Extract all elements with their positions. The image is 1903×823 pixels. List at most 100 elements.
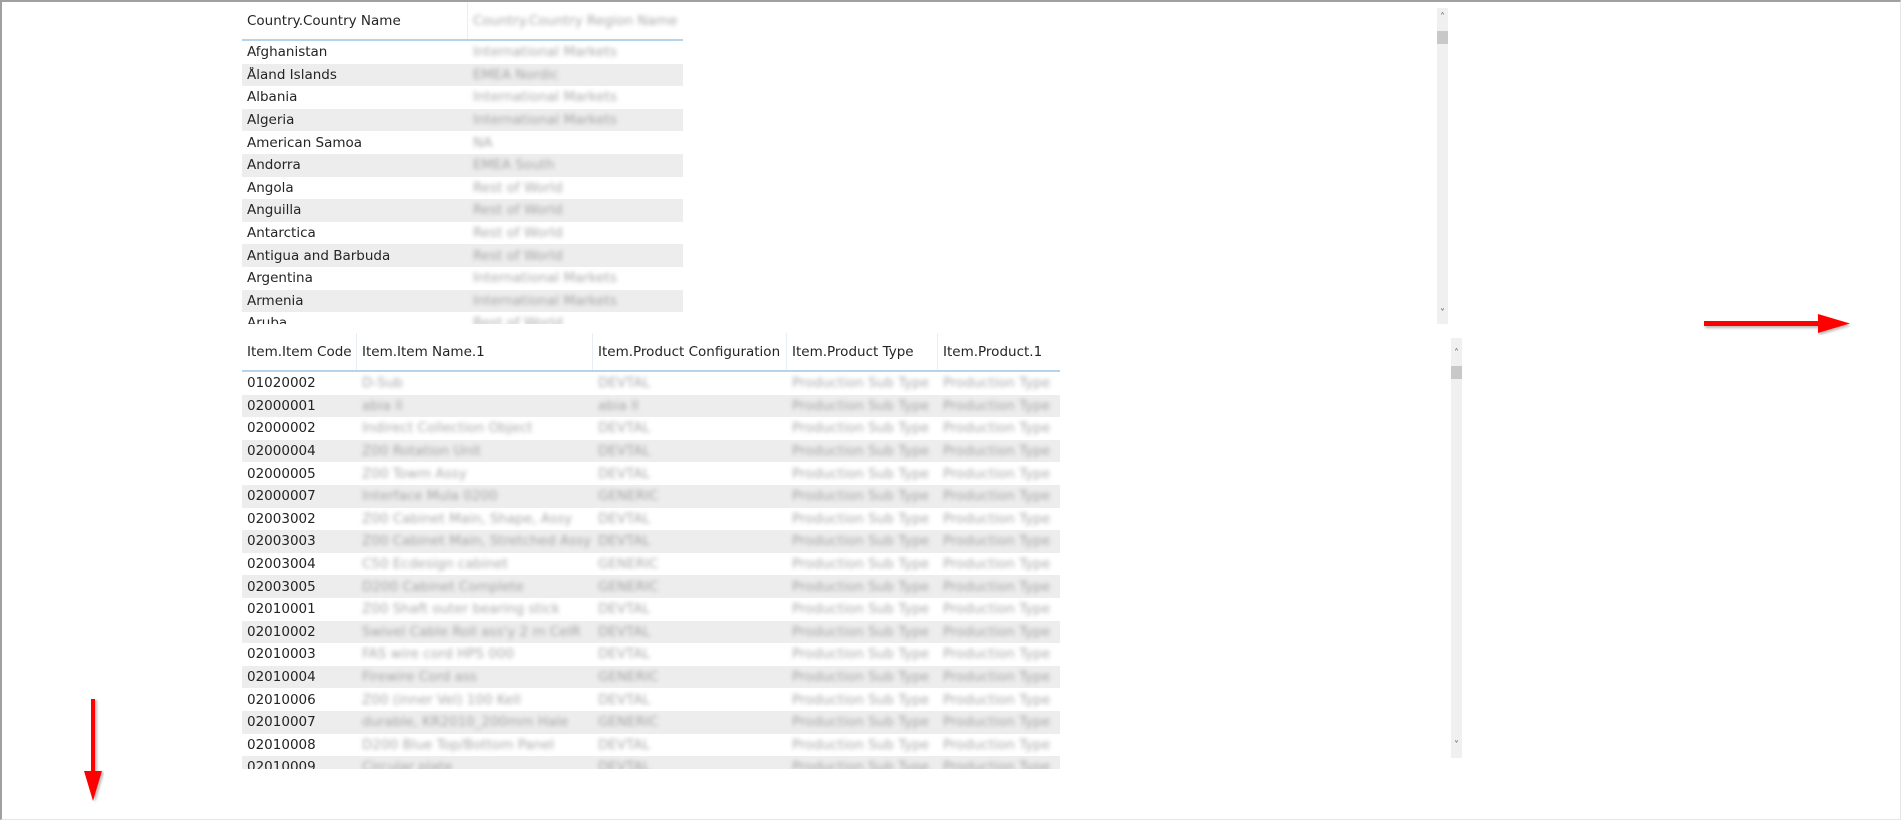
item-table-cell: GENERIC <box>598 488 659 505</box>
column-header-item-name[interactable]: Item.Item Name.1 <box>357 333 593 370</box>
item-table-cell: 02010008 <box>247 736 316 753</box>
item-table-cell: Production Type <box>943 488 1051 505</box>
item-table-row[interactable]: 02003004 C50 Ecdesign cabinet GENERIC Produ… <box>242 553 1060 576</box>
scroll-up-icon[interactable]: ˄ <box>1437 12 1448 24</box>
item-table-cell: Production Sub Type <box>792 375 930 392</box>
item-table-cell: Z00 (inner Vel) 100 Kell <box>362 691 521 708</box>
item-table-cell: Firewire Cord ass <box>362 669 477 686</box>
column-header-product-configuration[interactable]: Item.Product Configuration <box>593 333 787 370</box>
column-header-product[interactable]: Item.Product.1 <box>938 333 1060 370</box>
country-table-cell: Antigua and Barbuda <box>247 247 391 264</box>
item-table-cell: 02003003 <box>247 533 316 550</box>
item-table-row[interactable]: 02010007 durable, KR2010_200mm Hale GENERI… <box>242 710 1060 734</box>
red-arrow-down-icon <box>84 699 102 801</box>
item-table-row[interactable]: 02000002 Indirect Collection Object DEVTAL… <box>242 417 1060 440</box>
item-table-cell: Production Type <box>943 623 1051 640</box>
item-table-row[interactable]: 02010009 Circular plate DEVTAL Production S… <box>242 756 1060 769</box>
country-table-cell: Anguilla <box>247 202 302 219</box>
country-table-row[interactable]: American Samoa NA <box>242 131 683 154</box>
item-table-row[interactable]: 02000004 Z00 Rotation Unit DEVTAL Productio… <box>242 439 1060 463</box>
item-table-cell: DEVTAL <box>598 759 651 769</box>
scrollbar-thumb[interactable] <box>1437 31 1448 44</box>
item-table-row[interactable]: 02000001 abia ll abia ll Production Sub Typ… <box>242 394 1060 418</box>
item-table-row[interactable]: 02000005 Z00 Towm Assy DEVTAL Production Su… <box>242 462 1060 485</box>
country-table-cell: Rest of World <box>473 179 563 196</box>
country-table-header: Country.Country Name Country.Country Reg… <box>242 2 683 41</box>
item-table-cell: 02000001 <box>247 397 316 414</box>
country-table-row[interactable]: Anguilla Rest of World <box>242 199 683 222</box>
country-table-row[interactable]: Algeria International Markets <box>242 108 683 132</box>
country-table-cell: International Markets <box>473 112 617 129</box>
item-table-cell: 01020002 <box>247 375 316 392</box>
scroll-down-icon[interactable]: ˅ <box>1451 740 1462 752</box>
column-header-product-type[interactable]: Item.Product Type <box>787 333 938 370</box>
item-table-cell: Production Sub Type <box>792 556 930 573</box>
item-table-cell: Production Sub Type <box>792 465 930 482</box>
country-table-cell: Aruba <box>247 315 288 324</box>
country-table-row[interactable]: Albania International Markets <box>242 86 683 109</box>
item-table-cell: GENERIC <box>598 556 659 573</box>
scroll-down-icon[interactable]: ˅ <box>1437 308 1448 320</box>
item-table-cell: durable, KR2010_200mm Hale <box>362 714 569 731</box>
item-table-cell: Production Sub Type <box>792 533 930 550</box>
country-table-body: Afghanistan International Markets Åland Is… <box>242 41 683 324</box>
item-table-cell: Circular plate <box>362 759 453 769</box>
item-table-cell: C50 Ecdesign cabinet <box>362 556 509 573</box>
country-table-cell: International Markets <box>473 89 617 106</box>
item-table-cell: Production Sub Type <box>792 443 930 460</box>
country-table-row[interactable]: Armenia International Markets <box>242 289 683 313</box>
item-table-scrollbar[interactable]: ˄ ˅ <box>1451 338 1462 758</box>
item-table-row[interactable]: 02010003 FAS wire cord HPS 000 DEVTAL Produ… <box>242 643 1060 666</box>
country-table-row[interactable]: Angola Rest of World <box>242 177 683 200</box>
country-table-cell: EMEA Nordic <box>473 66 559 83</box>
country-table-row[interactable]: Andorra EMEA South <box>242 153 683 177</box>
country-table-cell: Andorra <box>247 157 301 174</box>
country-table-row[interactable]: Argentina International Markets <box>242 267 683 290</box>
item-table-cell: Indirect Collection Object <box>362 420 533 437</box>
item-table-row[interactable]: 02003005 D200 Cabinet Complete GENERIC Prod… <box>242 575 1060 598</box>
item-table-row[interactable]: 02003002 Z00 Cabinet Main, Shape, Assy DEV… <box>242 508 1060 531</box>
item-table-cell: DEVTAL <box>598 691 651 708</box>
item-table-row[interactable]: 02010002 Swivel Cable Roll ass'y 2 m CelR… <box>242 620 1060 644</box>
country-table-row[interactable]: Åland Islands EMEA Nordic <box>242 63 683 87</box>
item-table-cell: D200 Cabinet Complete <box>362 578 524 595</box>
item-table-cell: 02000004 <box>247 443 316 460</box>
country-table-cell: Rest of World <box>473 247 563 264</box>
item-table-row[interactable]: 01020002 D-Sub DEVTAL Production Sub Type Pr… <box>242 372 1060 395</box>
item-table-cell: Production Sub Type <box>792 601 930 618</box>
item-table-cell: Z00 Shaft outer bearing stick <box>362 601 560 618</box>
item-table[interactable]: Item.Item Code Item.Item Name.1 Item.Pro… <box>242 333 1060 769</box>
country-table-row[interactable]: Antarctica Rest of World <box>242 222 683 245</box>
country-table-cell: Afghanistan <box>247 44 328 61</box>
item-table-cell: DEVTAL <box>598 510 651 527</box>
country-table-scrollbar[interactable]: ˄ ˅ <box>1437 8 1448 324</box>
scrollbar-thumb[interactable] <box>1451 366 1462 379</box>
item-table-cell: 02010003 <box>247 646 316 663</box>
item-table-row[interactable]: 02010004 Firewire Cord ass GENERIC Producti… <box>242 665 1060 689</box>
item-table-row[interactable]: 02010006 Z00 (inner Vel) 100 Kell DEVTAL Pr… <box>242 688 1060 711</box>
item-table-cell: Production Type <box>943 443 1051 460</box>
item-table-row[interactable]: 02010008 D200 Blue Top/Bottom Panel DEVTAL… <box>242 734 1060 757</box>
country-table-cell: Albania <box>247 89 298 106</box>
scroll-up-icon[interactable]: ˄ <box>1451 348 1462 360</box>
country-table[interactable]: Country.Country Name Country.Country Reg… <box>242 2 683 324</box>
item-table-cell: D-Sub <box>362 375 403 392</box>
item-table-cell: DEVTAL <box>598 601 651 618</box>
item-table-cell: Production Type <box>943 601 1051 618</box>
item-table-cell: 02000005 <box>247 465 316 482</box>
item-table-cell: Z00 Rotation Unit <box>362 443 481 460</box>
item-table-cell: 02010006 <box>247 691 316 708</box>
item-table-cell: Production Type <box>943 375 1051 392</box>
item-table-row[interactable]: 02003003 Z00 Cabinet Main, Stretched Assy… <box>242 530 1060 553</box>
country-table-row[interactable]: Antigua and Barbuda Rest of World <box>242 244 683 267</box>
item-table-row[interactable]: 02010001 Z00 Shaft outer bearing stick DEV… <box>242 598 1060 621</box>
column-header-country-region-name[interactable]: Country.Country Region Name <box>468 2 683 39</box>
country-table-cell: Åland Islands <box>247 66 337 83</box>
country-table-row[interactable]: Afghanistan International Markets <box>242 41 683 64</box>
column-header-country-name[interactable]: Country.Country Name <box>242 2 468 39</box>
country-table-row[interactable]: Aruba Rest of World <box>242 312 683 324</box>
item-table-row[interactable]: 02000007 Interface Mula 0200 GENERIC Produc… <box>242 484 1060 508</box>
item-table-cell: Production Sub Type <box>792 578 930 595</box>
column-header-item-code[interactable]: Item.Item Code <box>242 333 357 370</box>
item-table-cell: 02000007 <box>247 488 316 505</box>
